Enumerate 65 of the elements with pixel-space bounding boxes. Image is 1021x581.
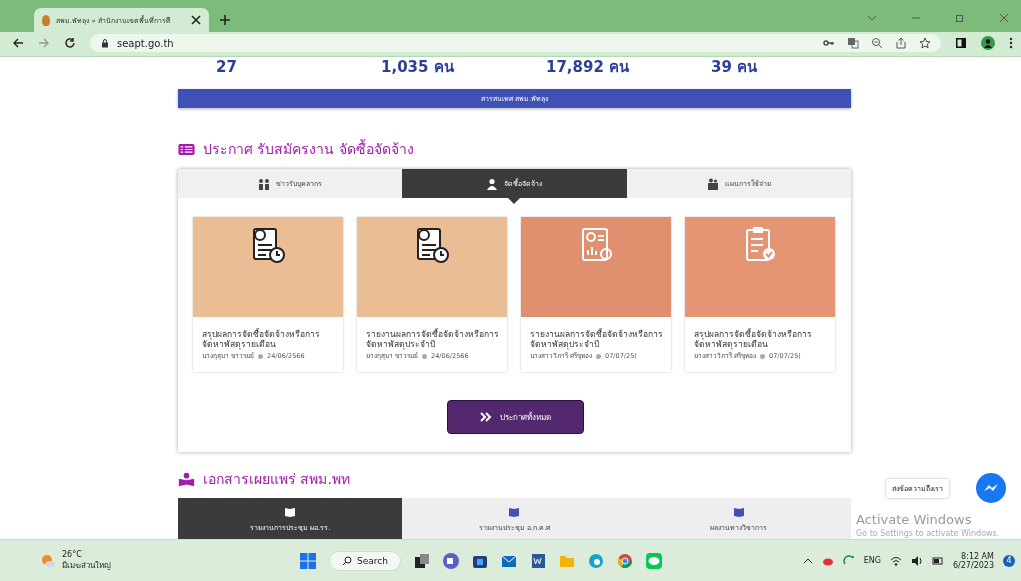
- bullet-icon: [596, 353, 602, 359]
- reload-icon[interactable]: [64, 37, 76, 49]
- stat-value: 17,892 คน: [546, 57, 631, 78]
- language-indicator[interactable]: ENG: [863, 556, 881, 565]
- site-logo-icon: [42, 14, 50, 26]
- card-title: สรุปผลการจัดซื้อจัดจ้างหรือการจัดหาพัสดุรายเดือน: [202, 329, 321, 349]
- chrome-icon[interactable]: [616, 552, 633, 569]
- people-icon: [258, 177, 271, 190]
- share-icon[interactable]: [895, 37, 907, 49]
- book-icon: [509, 506, 520, 517]
- key-icon[interactable]: [823, 37, 835, 49]
- close-icon[interactable]: [191, 15, 201, 25]
- task-view-icon[interactable]: [413, 552, 430, 569]
- speaker-icon[interactable]: [910, 554, 923, 567]
- stat-value: 1,035 คน: [381, 57, 455, 78]
- tab-pointer-icon: [508, 198, 521, 204]
- url-text: seapt.go.th: [117, 37, 174, 49]
- wifi-icon[interactable]: [889, 554, 902, 567]
- notification-badge[interactable]: 4: [1003, 554, 1015, 567]
- windows-start-icon[interactable]: [300, 552, 316, 569]
- lock-icon: [100, 38, 110, 48]
- section-title: ประกาศ รับสมัครงาน จัดซื้อจัดจ้าง: [203, 138, 414, 159]
- bullet-icon: [258, 353, 264, 359]
- activation-notice: Activate Windows: [856, 512, 972, 527]
- temperature: 26°C: [62, 549, 83, 559]
- chevron-down-icon[interactable]: [867, 13, 877, 23]
- video-chat-icon[interactable]: [442, 552, 459, 569]
- stat-value: 39 คน: [711, 57, 759, 78]
- star-icon[interactable]: [919, 37, 931, 49]
- list-icon: [178, 142, 195, 156]
- book-icon: [285, 506, 296, 517]
- restore-icon[interactable]: [955, 13, 965, 23]
- person-icon: [486, 177, 499, 190]
- messenger-chat-icon[interactable]: [976, 473, 1006, 503]
- clock-time: 8:12 AM: [961, 551, 994, 561]
- back-arrow-icon[interactable]: [12, 37, 24, 49]
- section-title: เอกสารเผยแพร่ สพม.พท: [203, 470, 350, 489]
- activation-hint: Go to Settings to activate Windows.: [856, 529, 1000, 538]
- search-icon: [342, 555, 352, 566]
- profile-avatar-icon[interactable]: [981, 36, 995, 50]
- card-title: รายงานผลการจัดซื้อจัดจ้างหรือการจัดหาพัสดุประจำปี: [530, 329, 664, 349]
- sync-icon[interactable]: [842, 554, 855, 567]
- translate-icon[interactable]: [847, 37, 859, 49]
- boxes-icon: [706, 177, 719, 190]
- card-title: สรุปผลการจัดซื้อจัดจ้างหรือการจัดหาพัสดุรายเดือน: [694, 329, 813, 349]
- weather-text: มีเมฆส่วนใหญ่: [62, 559, 111, 572]
- address-bar[interactable]: seapt.go.th: [90, 34, 941, 52]
- book-icon: [733, 506, 744, 517]
- clock[interactable]: 8:12 AM 6/27/2023: [952, 551, 994, 570]
- word-document-icon[interactable]: [529, 552, 546, 569]
- new-tab-icon[interactable]: [219, 14, 231, 26]
- side-panel-icon[interactable]: [955, 37, 967, 49]
- bullet-icon: [760, 353, 766, 359]
- clock-date: 6/27/2023: [952, 560, 994, 570]
- view-all-button[interactable]: ประกาศทั้งหมด: [446, 400, 584, 434]
- browser-icon[interactable]: [587, 552, 604, 569]
- zoom-out-icon[interactable]: [871, 37, 883, 49]
- battery-icon[interactable]: [931, 554, 944, 567]
- taskbar-search[interactable]: Search: [329, 550, 401, 571]
- double-chevron-icon: [479, 411, 492, 423]
- card-title: รายงานผลการจัดซื้อจัดจ้างหรือการจัดหาพัสดุประจำปี: [366, 329, 500, 349]
- bullet-icon: [422, 353, 428, 359]
- reader-icon: [178, 471, 195, 487]
- menu-icon[interactable]: [1009, 37, 1013, 49]
- stat-value: 27: [216, 58, 238, 76]
